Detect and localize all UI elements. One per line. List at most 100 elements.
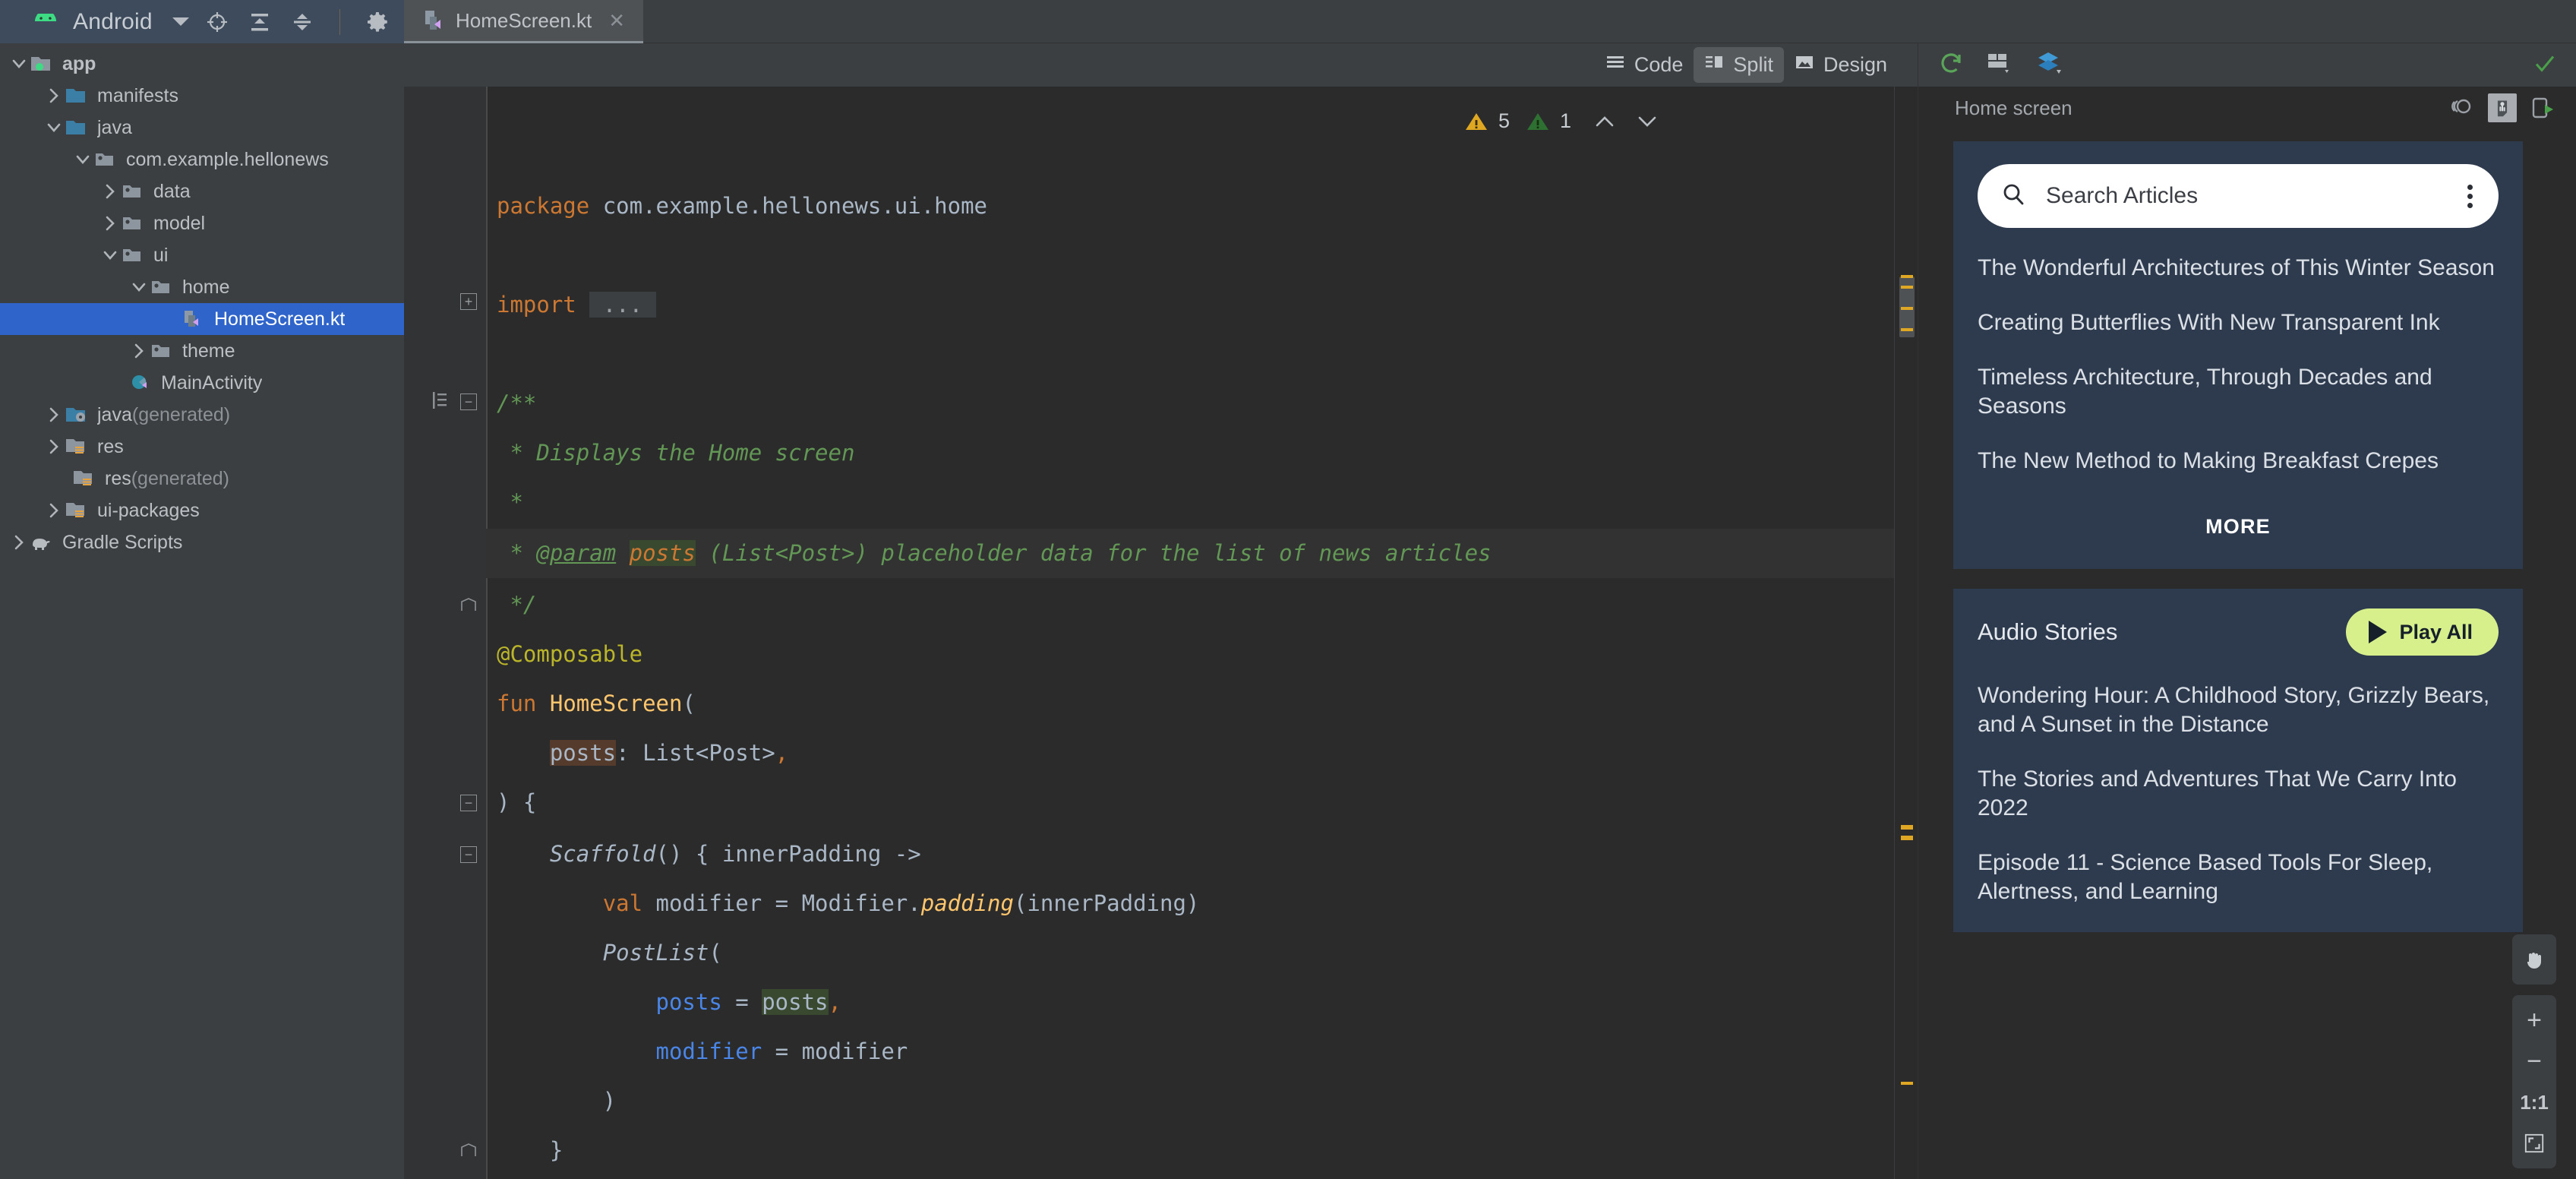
fold-kdoc-end-icon[interactable] bbox=[460, 597, 477, 614]
tree-item-label: java bbox=[97, 116, 132, 138]
close-icon[interactable]: ✕ bbox=[608, 9, 625, 33]
tree-item-model[interactable]: model bbox=[0, 207, 404, 239]
fold-collapse-kdoc-icon[interactable]: − bbox=[460, 394, 477, 410]
tree-item-manifests[interactable]: manifests bbox=[0, 80, 404, 112]
chevron-right-icon[interactable] bbox=[44, 86, 64, 106]
search-bar[interactable]: Search Articles bbox=[1978, 164, 2499, 228]
tree-item-res[interactable]: res bbox=[0, 431, 404, 463]
chevron-down-icon[interactable] bbox=[129, 277, 149, 297]
tree-item-label: data bbox=[153, 180, 191, 202]
package-icon bbox=[150, 277, 173, 297]
scrollbar-warning-mark[interactable] bbox=[1901, 307, 1913, 310]
interactive-mode-icon[interactable] bbox=[2488, 93, 2517, 122]
design-view-icon bbox=[1795, 52, 1814, 77]
view-mode-design-label: Design bbox=[1823, 53, 1887, 76]
chevron-right-icon[interactable] bbox=[9, 533, 29, 552]
audio-stories-header: Audio Stories Play All bbox=[1978, 608, 2499, 656]
tree-item-ui-packages[interactable]: ui-packages bbox=[0, 495, 404, 526]
device-preview[interactable]: Search Articles The Wonderful Architectu… bbox=[1953, 141, 2523, 932]
tree-item-theme[interactable]: theme bbox=[0, 335, 404, 367]
search-input[interactable]: Search Articles bbox=[2046, 183, 2448, 209]
tree-item-java[interactable]: java bbox=[0, 112, 404, 144]
zoom-in-icon[interactable]: + bbox=[2512, 1000, 2556, 1041]
scrollbar-warning-mark[interactable] bbox=[1901, 836, 1913, 840]
article-item[interactable]: Creating Butterflies With New Transparen… bbox=[1978, 308, 2499, 337]
view-mode-code[interactable]: Code bbox=[1595, 47, 1694, 83]
audio-story-item[interactable]: Episode 11 - Science Based Tools For Sle… bbox=[1978, 849, 2499, 906]
package-icon bbox=[122, 213, 144, 233]
zoom-fit-icon[interactable] bbox=[2512, 1123, 2556, 1164]
tree-item-ui[interactable]: ui bbox=[0, 239, 404, 271]
kotlin-class-icon bbox=[129, 373, 152, 393]
fold-collapse-scaffold-icon[interactable]: − bbox=[460, 846, 477, 863]
editor-gutter[interactable]: + − − − bbox=[404, 87, 486, 1179]
gutter-fold-marks: + − − − bbox=[404, 87, 486, 1179]
fold-collapse-function-icon[interactable]: − bbox=[460, 795, 477, 811]
scrollbar-warning-mark[interactable] bbox=[1901, 275, 1913, 278]
expand-all-icon[interactable] bbox=[248, 11, 271, 33]
code-text-area[interactable]: package com.example.hellonews.ui.home im… bbox=[486, 87, 1918, 1179]
editor-tab-homescreen[interactable]: HomeScreen.kt ✕ bbox=[404, 0, 643, 43]
audio-story-item[interactable]: The Stories and Adventures That We Carry… bbox=[1978, 765, 2499, 823]
chevron-right-icon[interactable] bbox=[44, 405, 64, 425]
view-mode-design[interactable]: Design bbox=[1784, 47, 1898, 83]
weak-warning-triangle-icon bbox=[1526, 112, 1549, 131]
more-row: MORE bbox=[1978, 515, 2499, 539]
chevron-right-icon[interactable] bbox=[100, 182, 120, 201]
project-tree[interactable]: app manifests java com.example.hellonews… bbox=[0, 43, 404, 1179]
layers-dropdown-icon[interactable] bbox=[2037, 50, 2064, 80]
chevron-down-icon[interactable] bbox=[9, 54, 29, 74]
collapse-all-icon[interactable] bbox=[291, 11, 314, 33]
chevron-down-icon[interactable] bbox=[73, 150, 93, 169]
refresh-preview-icon[interactable] bbox=[1938, 50, 1964, 80]
gear-icon[interactable] bbox=[366, 11, 389, 33]
zoom-out-icon[interactable]: − bbox=[2512, 1041, 2556, 1082]
view-layout-dropdown-icon[interactable] bbox=[1987, 50, 2014, 80]
code-line-kdoc-blank: * bbox=[497, 489, 523, 515]
tree-item-res-generated[interactable]: res (generated) bbox=[0, 463, 404, 495]
scrollbar-warning-mark[interactable] bbox=[1901, 286, 1913, 289]
preview-canvas[interactable]: Search Articles The Wonderful Architectu… bbox=[1918, 129, 2576, 1179]
tree-item-gradle-scripts[interactable]: Gradle Scripts bbox=[0, 526, 404, 558]
audio-story-item[interactable]: Wondering Hour: A Childhood Story, Grizz… bbox=[1978, 681, 2499, 739]
editor-scrollbar[interactable] bbox=[1894, 87, 1918, 1179]
article-item[interactable]: Timeless Architecture, Through Decades a… bbox=[1978, 363, 2499, 421]
chevron-right-icon[interactable] bbox=[129, 341, 149, 361]
copy-preview-icon[interactable] bbox=[2448, 95, 2474, 121]
code-line-fun-signature: fun HomeScreen( bbox=[497, 691, 696, 716]
scrollbar-warning-mark[interactable] bbox=[1901, 1082, 1913, 1085]
tree-item-label: ui bbox=[153, 244, 169, 266]
kebab-menu-icon[interactable] bbox=[2467, 184, 2476, 208]
chevron-down-icon[interactable] bbox=[44, 118, 64, 137]
chevron-down-icon[interactable] bbox=[172, 17, 189, 26]
fold-expand-import-icon[interactable]: + bbox=[460, 293, 477, 310]
select-opened-file-icon[interactable] bbox=[206, 11, 229, 33]
tree-item-mainactivity[interactable]: MainActivity bbox=[0, 367, 404, 399]
code-line-kdoc-open: /** bbox=[497, 390, 537, 416]
tree-item-package-root[interactable]: com.example.hellonews bbox=[0, 144, 404, 175]
chevron-up-icon[interactable] bbox=[1593, 112, 1617, 131]
chevron-right-icon[interactable] bbox=[44, 501, 64, 520]
pan-hand-icon[interactable] bbox=[2512, 939, 2556, 980]
tree-item-app[interactable]: app bbox=[0, 48, 404, 80]
tree-item-data[interactable]: data bbox=[0, 175, 404, 207]
run-on-device-icon[interactable] bbox=[2530, 95, 2556, 121]
play-all-button[interactable]: Play All bbox=[2346, 608, 2499, 656]
view-mode-split[interactable]: Split bbox=[1694, 47, 1784, 83]
zoom-actual-size-icon[interactable]: 1:1 bbox=[2512, 1082, 2556, 1123]
fold-scaffold-end-icon[interactable] bbox=[460, 1143, 477, 1159]
chevron-down-icon[interactable] bbox=[100, 245, 120, 265]
code-line-kdoc-param: * @param posts (List<Post>) placeholder … bbox=[497, 540, 1492, 566]
chevron-right-icon[interactable] bbox=[100, 213, 120, 233]
tree-item-home[interactable]: home bbox=[0, 271, 404, 303]
inspection-summary[interactable]: 5 1 bbox=[1465, 109, 1659, 133]
article-item[interactable]: The Wonderful Architectures of This Wint… bbox=[1978, 254, 2499, 283]
tree-item-homescreen-kt[interactable]: HomeScreen.kt bbox=[0, 303, 404, 335]
scrollbar-warning-mark[interactable] bbox=[1901, 328, 1913, 331]
tree-item-java-generated[interactable]: java (generated) bbox=[0, 399, 404, 431]
more-button[interactable]: MORE bbox=[2205, 515, 2271, 538]
article-item[interactable]: The New Method to Making Breakfast Crepe… bbox=[1978, 447, 2499, 476]
scrollbar-warning-mark[interactable] bbox=[1901, 825, 1913, 830]
chevron-right-icon[interactable] bbox=[44, 437, 64, 457]
chevron-down-icon[interactable] bbox=[1635, 112, 1659, 131]
